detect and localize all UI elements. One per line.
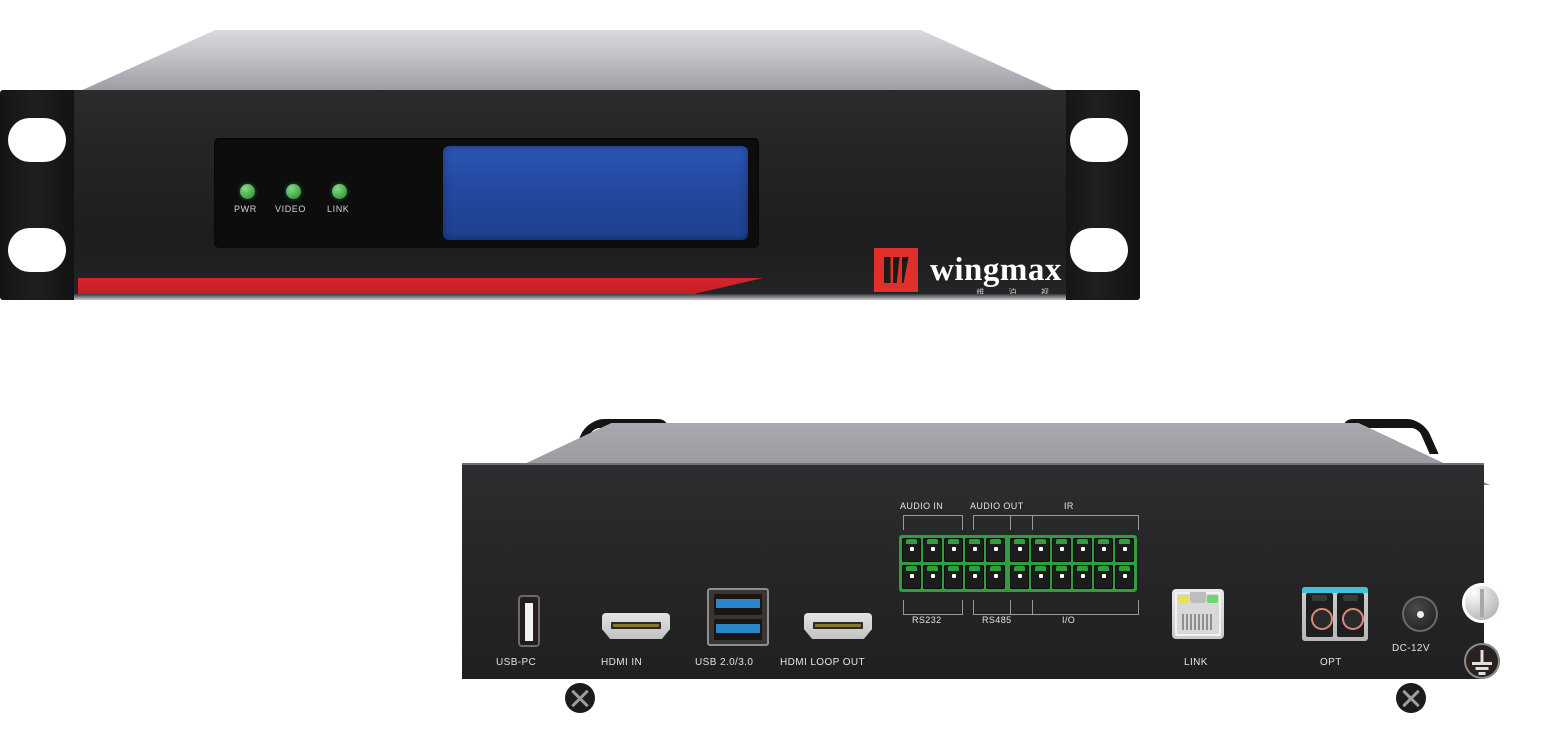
bracket-io — [1010, 600, 1139, 615]
port-hdmi-in — [602, 613, 670, 639]
label-audio-in: AUDIO IN — [900, 501, 944, 511]
rj45-housing — [1175, 592, 1221, 636]
rj45-contacts — [1182, 614, 1212, 630]
terminal-pin — [1031, 538, 1050, 562]
led-pwr — [240, 184, 255, 199]
brand-name: wingmax — [930, 251, 1062, 288]
label-rs232: RS232 — [912, 615, 942, 625]
label-dc-12v: DC-12V — [1392, 643, 1430, 654]
wingmax-mark-icon — [874, 248, 918, 292]
phillips-screw-right — [1396, 683, 1426, 713]
terminal-row-bottom — [1010, 565, 1134, 589]
lcd-screen — [443, 146, 748, 240]
terminal-pin — [1115, 538, 1134, 562]
label-rs485: RS485 — [982, 615, 1012, 625]
opt-bay-left — [1306, 593, 1333, 637]
ground-screw-knob — [1462, 583, 1502, 623]
terminal-pin — [986, 565, 1005, 589]
front-chassis-lid — [78, 30, 1058, 92]
terminal-pin — [1010, 538, 1029, 562]
terminal-pin — [1094, 565, 1113, 589]
label-io: I/O — [1062, 615, 1076, 625]
rear-faceplate: USB-PC HDMI IN USB 2.0/3.0 HDMI LOOP OUT… — [462, 465, 1502, 713]
rack-ear-left — [0, 90, 78, 300]
rack-mount-slot — [1070, 228, 1128, 272]
terminal-pin — [965, 538, 984, 562]
front-bottom-edge — [74, 294, 1066, 300]
label-usb-pc: USB-PC — [496, 657, 537, 668]
led-link — [332, 184, 347, 199]
rj45-tab — [1190, 592, 1206, 603]
terminal-pin — [1073, 538, 1092, 562]
port-usb-pc — [518, 595, 540, 647]
front-faceplate: PWR VIDEO LINK wingmax 维 泊 视 — [74, 90, 1066, 300]
terminal-pin — [1052, 565, 1071, 589]
terminal-pin — [944, 538, 963, 562]
rack-mount-slot — [8, 118, 66, 162]
label-usb-2030: USB 2.0/3.0 — [695, 657, 754, 668]
rack-ear-right — [1062, 90, 1140, 300]
label-audio-out: AUDIO OUT — [970, 501, 1024, 511]
port-usb-stack — [707, 588, 769, 646]
terminal-pin — [1010, 565, 1029, 589]
terminal-pin — [923, 538, 942, 562]
usb-slot-lower — [714, 619, 762, 640]
terminal-pin — [944, 565, 963, 589]
terminal-pin — [902, 538, 921, 562]
port-rj45-link — [1172, 589, 1224, 639]
port-opt-fiber — [1302, 587, 1368, 641]
led-label-link: LINK — [327, 204, 350, 214]
port-dc-12v — [1402, 596, 1438, 632]
terminal-pin — [1073, 565, 1092, 589]
label-link: LINK — [1184, 657, 1208, 668]
terminal-pin — [986, 538, 1005, 562]
front-indicator-bezel: PWR VIDEO LINK — [214, 138, 759, 248]
terminal-row-top — [1010, 538, 1134, 562]
terminal-pin — [1094, 538, 1113, 562]
rear-panel-view: USB-PC HDMI IN USB 2.0/3.0 HDMI LOOP OUT… — [440, 405, 1540, 713]
terminal-block-ir-io — [1007, 535, 1137, 592]
terminal-pin — [1052, 538, 1071, 562]
rack-mount-slot — [8, 228, 66, 272]
label-ir: IR — [1064, 501, 1074, 511]
ground-earth-icon — [1464, 643, 1500, 679]
phillips-screw-left — [565, 683, 595, 713]
terminal-pin — [1031, 565, 1050, 589]
brand-logo: wingmax 维 泊 视 — [874, 248, 1062, 297]
led-label-pwr: PWR — [234, 204, 257, 214]
terminal-pin — [923, 565, 942, 589]
opt-bay-right — [1337, 593, 1364, 637]
terminal-pin — [1115, 565, 1134, 589]
usb-slot-upper — [714, 594, 762, 615]
bracket-ir — [1010, 515, 1139, 530]
rack-mount-slot — [1070, 118, 1128, 162]
label-hdmi-loop-out: HDMI LOOP OUT — [780, 657, 866, 668]
label-opt: OPT — [1320, 657, 1342, 668]
terminal-pin — [902, 565, 921, 589]
port-hdmi-loop-out — [804, 613, 872, 639]
brand-text-group: wingmax 维 泊 视 — [930, 251, 1062, 297]
bracket-rs232 — [903, 600, 963, 615]
terminal-pin — [965, 565, 984, 589]
led-label-video: VIDEO — [275, 204, 307, 214]
rj45-led-yellow — [1178, 595, 1189, 603]
led-video — [286, 184, 301, 199]
rj45-led-green — [1207, 595, 1218, 603]
bracket-audio-in — [903, 515, 963, 530]
front-panel-view: PWR VIDEO LINK wingmax 维 泊 视 — [0, 30, 1140, 300]
label-hdmi-in: HDMI IN — [601, 657, 643, 668]
